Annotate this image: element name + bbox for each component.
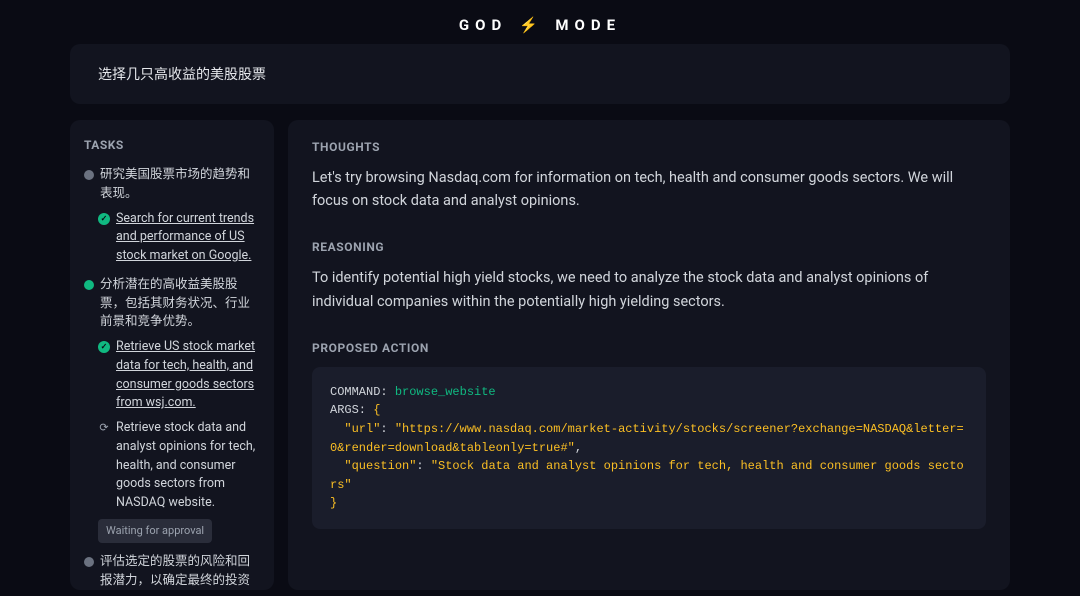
content-panel: THOUGHTS Let's try browsing Nasdaq.com f… (288, 120, 1010, 590)
arg-key-url: "url" (344, 422, 380, 436)
brace-close: } (330, 496, 337, 510)
arg-val-url: "https://www.nasdaq.com/market-activity/… (330, 422, 964, 455)
task-text: 分析潜在的高收益美股股票，包括其财务状况、行业前景和竞争优势。 (100, 276, 260, 332)
status-dot-icon (84, 170, 94, 180)
subtask-text: Retrieve stock data and analyst opinions… (116, 419, 260, 513)
subtask-item[interactable]: Retrieve US stock market data for tech, … (98, 338, 260, 413)
prompt-input[interactable]: 选择几只高收益的美股股票 (70, 44, 1010, 104)
thoughts-text: Let's try browsing Nasdaq.com for inform… (312, 166, 986, 212)
task-text: 评估选定的股票的风险和回报潜力，以确定最终的投资组合。 (100, 553, 260, 590)
task-text: 研究美国股票市场的趋势和表现。 (100, 166, 260, 204)
check-icon (98, 213, 110, 225)
brace-open: { (373, 403, 380, 417)
task-item: 评估选定的股票的风险和回报潜力，以确定最终的投资组合。 (84, 553, 260, 590)
prompt-text: 选择几只高收益的美股股票 (98, 67, 266, 83)
header-right: MODE (555, 16, 621, 34)
arg-key-question: "question" (344, 459, 416, 473)
action-section: PROPOSED ACTION COMMAND: browse_website … (312, 341, 986, 529)
reasoning-text: To identify potential high yield stocks,… (312, 266, 986, 312)
code-block: COMMAND: browse_website ARGS: { "url": "… (312, 367, 986, 529)
status-badge: Waiting for approval (98, 519, 212, 544)
args-label: ARGS: (330, 403, 366, 417)
lightning-icon: ⚡ (519, 16, 544, 34)
command-label: COMMAND: (330, 385, 388, 399)
task-item: 分析潜在的高收益美股股票，包括其财务状况、行业前景和竞争优势。 Retrieve… (84, 276, 260, 544)
check-icon (98, 341, 110, 353)
subtask-text: Retrieve US stock market data for tech, … (116, 338, 260, 413)
task-item: 研究美国股票市场的趋势和表现。 Search for current trend… (84, 166, 260, 266)
status-dot-icon (84, 280, 94, 290)
status-dot-icon (84, 557, 94, 567)
thoughts-section: THOUGHTS Let's try browsing Nasdaq.com f… (312, 140, 986, 212)
loading-icon: ⟳ (98, 422, 110, 434)
subtask-text: Search for current trends and performanc… (116, 210, 260, 266)
reasoning-title: REASONING (312, 240, 986, 254)
thoughts-title: THOUGHTS (312, 140, 986, 154)
subtask-item[interactable]: Search for current trends and performanc… (98, 210, 260, 266)
command-value: browse_website (395, 385, 496, 399)
header-left: GOD (459, 16, 507, 34)
tasks-sidebar: TASKS 研究美国股票市场的趋势和表现。 Search for current… (70, 120, 274, 590)
action-title: PROPOSED ACTION (312, 341, 986, 355)
reasoning-section: REASONING To identify potential high yie… (312, 240, 986, 312)
app-header: GOD ⚡ MODE (0, 0, 1080, 44)
tasks-title: TASKS (84, 138, 260, 152)
subtask-item[interactable]: ⟳ Retrieve stock data and analyst opinio… (98, 419, 260, 513)
